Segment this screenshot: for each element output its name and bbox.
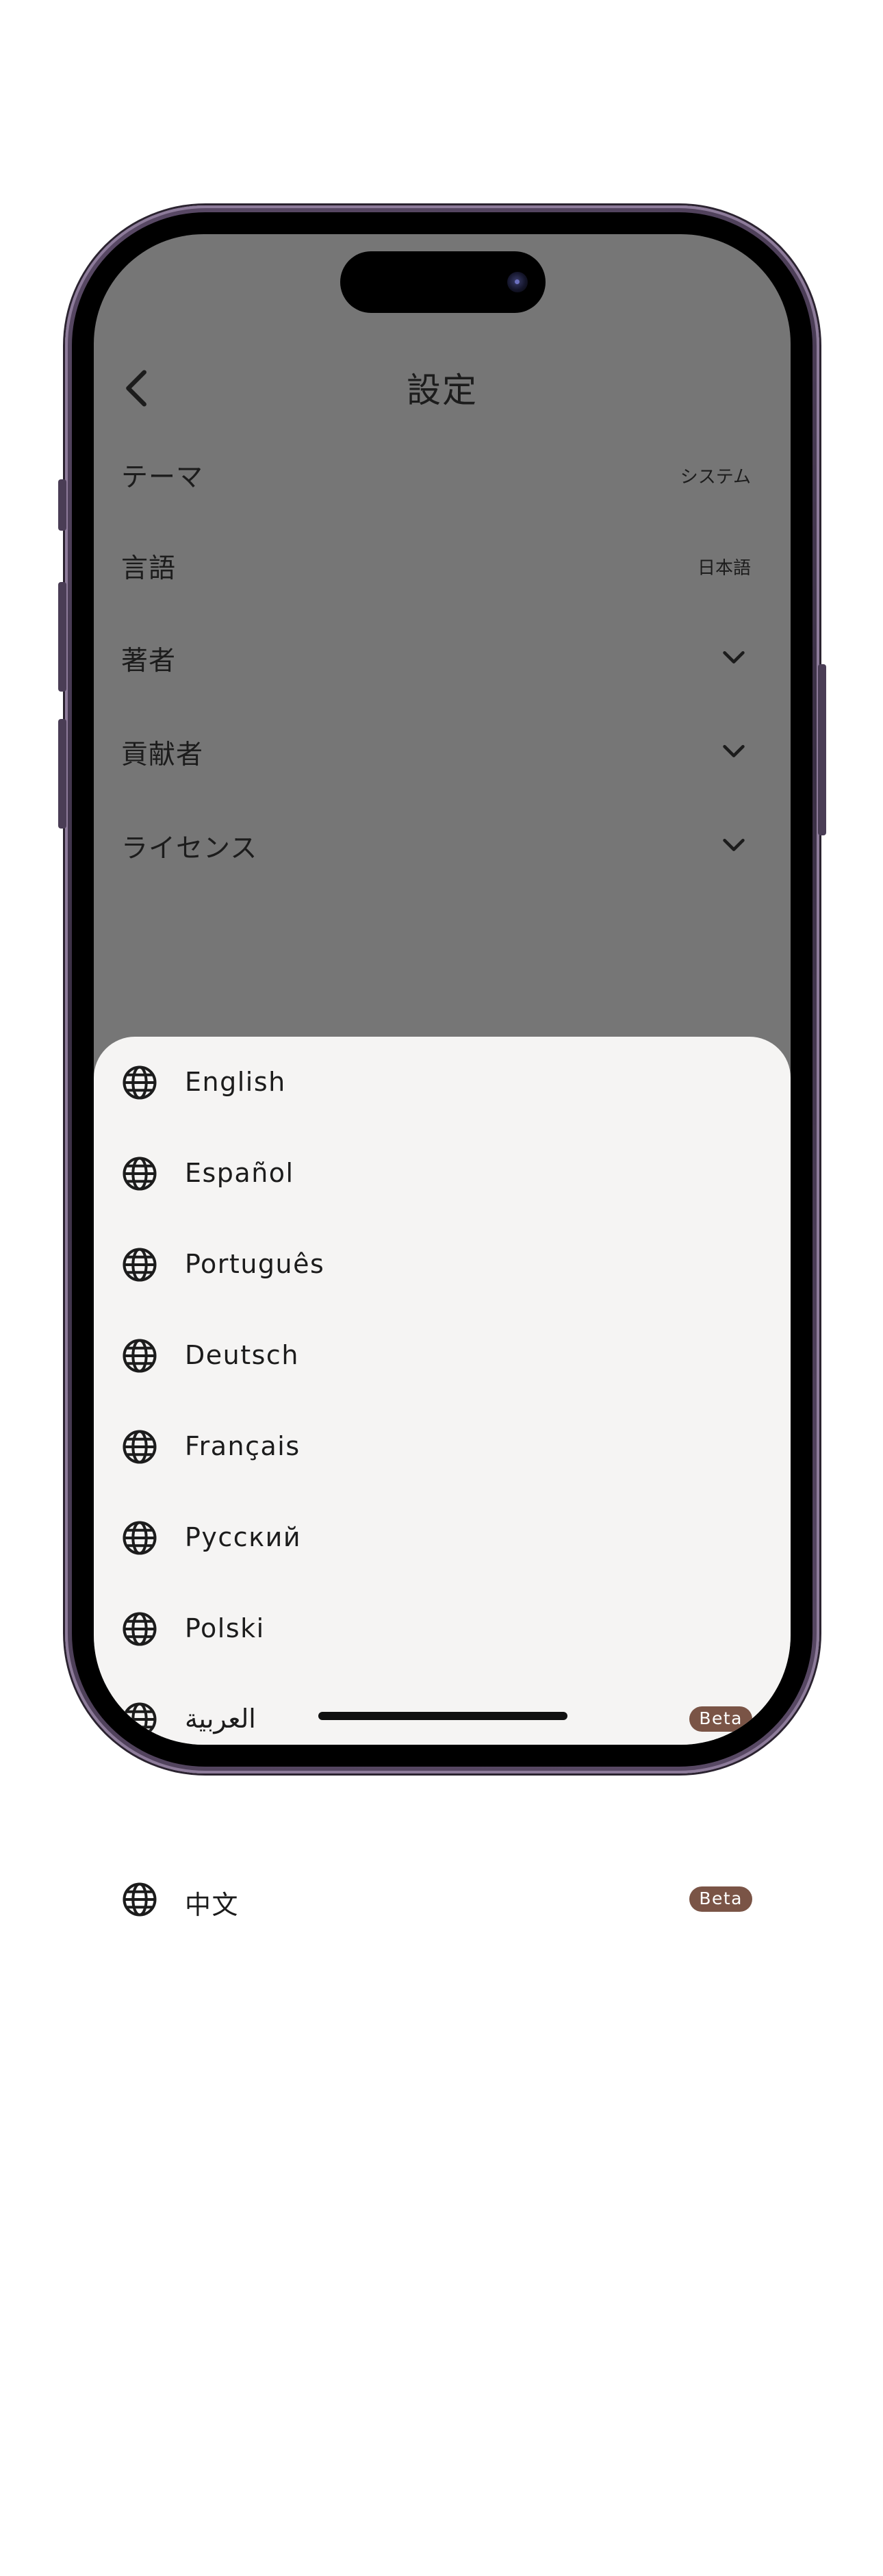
globe-icon: [121, 1701, 158, 1738]
language-item-polish[interactable]: Polski: [94, 1583, 791, 1674]
chevron-down-icon: [718, 735, 750, 766]
globe-icon: [121, 1881, 158, 1918]
setting-value: システム: [680, 467, 751, 488]
chevron-down-icon: [718, 641, 750, 672]
volume-up-button: [58, 582, 66, 692]
settings-header: 設定: [94, 351, 791, 426]
language-label: Polski: [185, 1613, 265, 1643]
language-item-russian[interactable]: Русский: [94, 1492, 791, 1582]
globe-icon: [121, 1519, 158, 1556]
globe-icon: [121, 1064, 158, 1101]
language-label: Deutsch: [185, 1340, 299, 1370]
setting-value: 日本語: [697, 558, 751, 579]
setting-label: テーマ: [121, 462, 204, 493]
setting-row-language[interactable]: 言語 日本語: [94, 522, 791, 605]
power-button: [818, 664, 826, 835]
setting-row-license[interactable]: ライセンス: [94, 803, 791, 885]
beta-badge: Beta: [689, 1886, 752, 1912]
language-item-spanish[interactable]: Español: [94, 1128, 791, 1218]
language-label: العربية: [185, 1704, 256, 1734]
globe-icon: [121, 1611, 158, 1647]
phone-frame: 設定 テーマ システム 言語 日本語 著者 貢献者 ライセンス English …: [58, 205, 826, 1773]
setting-row-theme[interactable]: テーマ システム: [94, 431, 791, 514]
globe-icon: [121, 1428, 158, 1465]
setting-label: 貢献者: [121, 740, 204, 770]
language-item-german[interactable]: Deutsch: [94, 1310, 791, 1400]
front-camera: [507, 272, 528, 292]
language-item-french[interactable]: Français: [94, 1401, 791, 1491]
language-bottom-sheet: English Español Português Deutsch França…: [94, 1037, 791, 1745]
setting-label: ライセンス: [121, 833, 258, 864]
globe-icon: [121, 1155, 158, 1192]
language-label: Русский: [185, 1522, 302, 1552]
beta-badge: Beta: [689, 1706, 752, 1732]
action-button: [58, 479, 66, 531]
language-item-chinese[interactable]: 中文 Beta: [94, 1854, 791, 1944]
home-indicator: [318, 1712, 567, 1720]
language-item-arabic[interactable]: العربية Beta: [94, 1674, 791, 1745]
language-label: Português: [185, 1249, 325, 1279]
setting-row-contributors[interactable]: 貢献者: [94, 709, 791, 791]
language-label: Français: [185, 1431, 300, 1461]
setting-label: 言語: [121, 553, 177, 584]
setting-row-author[interactable]: 著者: [94, 615, 791, 697]
chevron-down-icon: [718, 829, 750, 860]
setting-label: 著者: [121, 646, 177, 677]
language-item-portuguese[interactable]: Português: [94, 1219, 791, 1309]
language-label: English: [185, 1067, 286, 1097]
language-item-english[interactable]: English: [94, 1037, 791, 1127]
volume-down-button: [58, 719, 66, 829]
language-label: 中文: [185, 1890, 240, 1920]
page-title: 設定: [407, 370, 478, 410]
dynamic-island: [340, 251, 546, 313]
globe-icon: [121, 1337, 158, 1374]
screen: 設定 テーマ システム 言語 日本語 著者 貢献者 ライセンス English …: [94, 234, 791, 1745]
globe-icon: [121, 1246, 158, 1283]
language-label: Español: [185, 1158, 294, 1188]
